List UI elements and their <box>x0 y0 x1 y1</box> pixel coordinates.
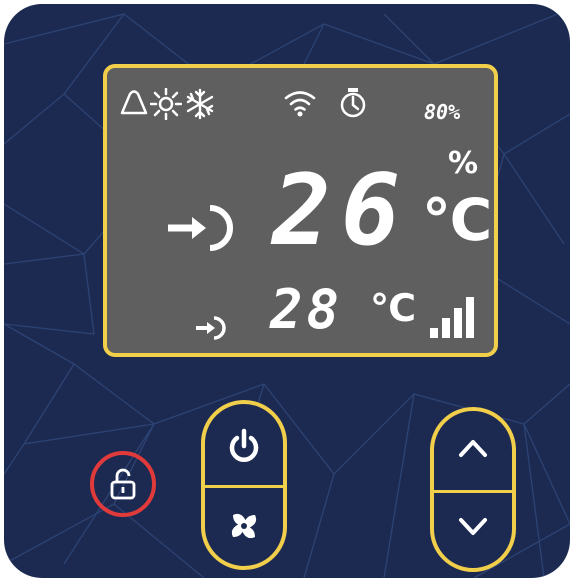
thermostat-frame: 80% % 26 ℃ 28 ℃ <box>0 0 576 578</box>
secondary-temperature-unit: ℃ <box>370 286 417 330</box>
fan-button[interactable] <box>205 487 283 567</box>
cloud-icon <box>120 90 148 115</box>
snowflake-icon <box>186 88 214 120</box>
secondary-temperature: 28 <box>270 278 344 341</box>
signal-strength-icon <box>430 297 474 338</box>
main-temperature-unit: ℃ <box>422 186 493 254</box>
small-inlet-arrow-icon <box>196 316 226 340</box>
main-temperature: 26 <box>272 154 411 268</box>
sun-icon <box>150 88 182 120</box>
percent-symbol: % <box>448 146 479 181</box>
lock-button[interactable] <box>90 451 156 517</box>
wifi-icon <box>284 91 316 117</box>
power-icon <box>229 428 259 462</box>
inlet-arrow-icon <box>168 205 233 251</box>
decrease-button[interactable] <box>434 491 512 571</box>
lock-icon <box>110 468 136 500</box>
power-fan-control <box>201 400 287 570</box>
temperature-adjust-control <box>430 407 516 572</box>
humidity-readout: 80% <box>424 100 461 124</box>
timer-icon <box>340 88 366 118</box>
fan-icon <box>231 513 257 539</box>
power-button[interactable] <box>205 404 283 484</box>
chevron-up-icon <box>459 440 487 457</box>
control-panel: 80% % 26 ℃ 28 ℃ <box>4 4 570 578</box>
increase-button[interactable] <box>434 411 512 491</box>
chevron-down-icon <box>459 518 487 535</box>
